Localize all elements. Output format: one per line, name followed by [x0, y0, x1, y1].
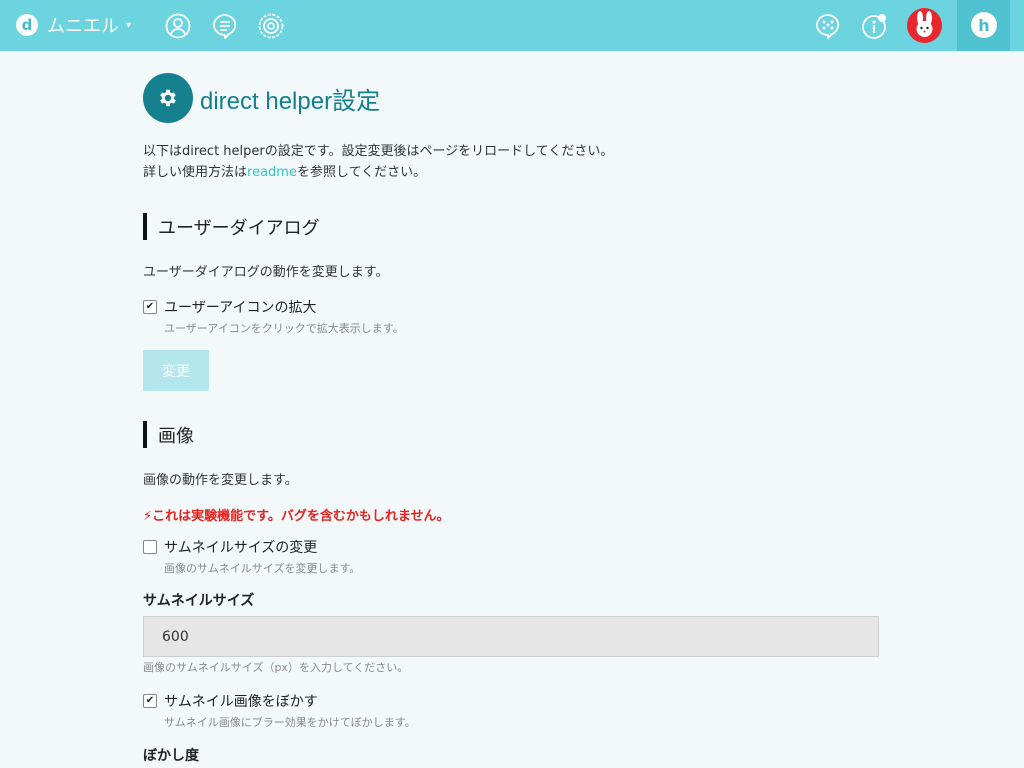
option-text: ユーザーアイコンの拡大 ユーザーアイコンをクリックで拡大表示します。 [164, 297, 404, 336]
chevron-down-icon: ▾ [126, 19, 132, 31]
section-title: ユーザーダイアログ [158, 217, 320, 239]
option-help: ユーザーアイコンをクリックで拡大表示します。 [164, 322, 404, 335]
section-heading-user-dialog: ユーザーダイアログ [143, 213, 320, 240]
option-text: サムネイルサイズの変更 画像のサムネイルサイズを変更します。 [164, 537, 360, 576]
rabbit-avatar-icon[interactable] [907, 8, 942, 43]
org-name: ムニエル [47, 16, 119, 37]
thumbnail-resize-checkbox[interactable] [143, 540, 157, 554]
section-title: 画像 [158, 425, 194, 447]
intro-line: 詳しい使用方法はreadmeを参照してください。 [143, 162, 613, 183]
warning-text: これは実験機能です。バグを含むかもしれません。 [152, 509, 450, 524]
user-avatar: h [971, 12, 997, 38]
option-help: サムネイル画像にブラー効果をかけてぼかします。 [164, 716, 416, 729]
chat-bubble-icon[interactable] [212, 13, 238, 39]
thumbnail-resize-option[interactable]: サムネイルサイズの変更 画像のサムネイルサイズを変更します。 [143, 537, 360, 576]
thumbnail-size-input[interactable]: 600 [143, 616, 879, 657]
thumbnail-size-help: 画像のサムネイルサイズ（px）を入力してください。 [143, 661, 409, 674]
option-label: サムネイルサイズの変更 [164, 540, 318, 556]
intro-line: 以下はdirect helperの設定です。設定変更後はページをリロードしてくだ… [143, 144, 614, 159]
experimental-warning: ⚡これは実験機能です。バグを含むかもしれません。 [143, 505, 449, 524]
option-text: サムネイル画像をぼかす サムネイル画像にブラー効果をかけてぼかします。 [164, 691, 416, 730]
user-icon[interactable] [165, 13, 191, 39]
page-header: direct helper設定 [143, 73, 380, 123]
section-description: ユーザーダイアログの動作を変更します。 [143, 265, 389, 280]
gear-icon[interactable] [258, 13, 284, 39]
user-menu[interactable]: h [957, 0, 1010, 51]
top-navigation-bar: d ムニエル ▾ h [0, 0, 1024, 51]
page-title: direct helper設定 [200, 87, 381, 115]
section-heading-image: 画像 [143, 421, 194, 448]
intro-text-after-link: を参照してください。 [296, 165, 427, 180]
option-help: 画像のサムネイルサイズを変更します。 [164, 562, 361, 575]
heading-bar [143, 421, 147, 448]
blur-degree-label: ぼかし度 [143, 748, 199, 764]
user-icon-zoom-option[interactable]: ✔ ユーザーアイコンの拡大 ユーザーアイコンをクリックで拡大表示します。 [143, 297, 404, 336]
direct-logo-icon: d [16, 14, 38, 36]
apps-icon[interactable] [815, 13, 841, 39]
intro-text: 以下はdirect helperの設定です。設定変更後はページをリロードしてくだ… [143, 141, 613, 183]
thumbnail-blur-checkbox[interactable]: ✔ [143, 694, 157, 708]
intro-text-before-link: 詳しい使用方法は [143, 165, 248, 180]
org-switcher[interactable]: d ムニエル ▾ [16, 12, 131, 38]
info-icon[interactable] [861, 13, 887, 39]
lightning-icon: ⚡ [143, 509, 153, 524]
section-description: 画像の動作を変更します。 [143, 473, 298, 488]
change-button[interactable]: 変更 [143, 350, 209, 391]
user-icon-zoom-checkbox[interactable]: ✔ [143, 300, 157, 314]
thumbnail-blur-option[interactable]: ✔ サムネイル画像をぼかす サムネイル画像にブラー効果をかけてぼかします。 [143, 691, 416, 730]
gear-icon [143, 73, 193, 123]
option-label: サムネイル画像をぼかす [164, 694, 318, 710]
option-label: ユーザーアイコンの拡大 [164, 300, 317, 316]
thumbnail-size-label: サムネイルサイズ [143, 593, 255, 609]
heading-bar [143, 213, 147, 240]
readme-link[interactable]: readme [247, 165, 297, 180]
